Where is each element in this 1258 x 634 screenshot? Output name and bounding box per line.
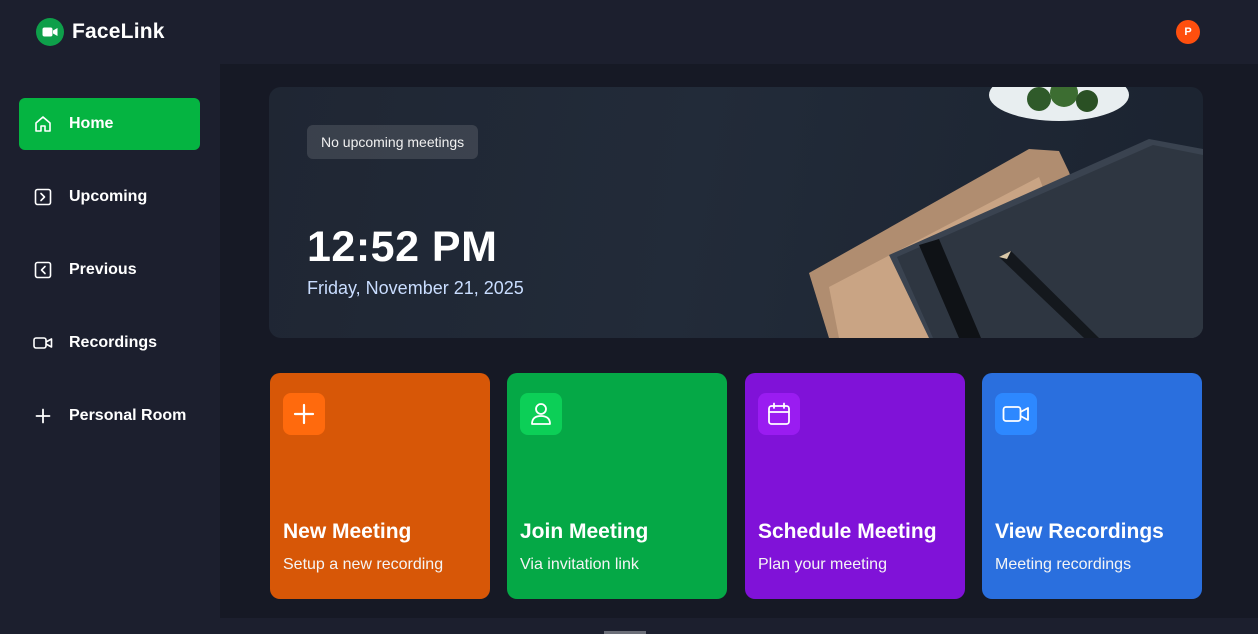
card-subtitle: Plan your meeting	[758, 556, 887, 573]
top-navbar: FaceLink P	[0, 0, 1258, 64]
sidebar-item-recordings[interactable]: Recordings	[19, 317, 200, 369]
card-subtitle: Via invitation link	[520, 556, 639, 573]
sidebar-item-label: Recordings	[69, 334, 158, 351]
video-icon	[995, 393, 1037, 435]
calendar-icon	[758, 393, 800, 435]
brand-link[interactable]: FaceLink	[36, 18, 165, 46]
user-icon	[520, 393, 562, 435]
plus-icon	[33, 406, 53, 426]
upcoming-icon	[33, 187, 53, 207]
sidebar-item-label: Upcoming	[69, 188, 148, 205]
previous-icon	[33, 260, 53, 280]
sidebar-item-label: Home	[69, 115, 114, 132]
sidebar: Home Upcoming Previous Recordings Person…	[0, 64, 220, 634]
current-time: 12:52 PM	[307, 223, 498, 271]
new-meeting-card[interactable]: New Meeting Setup a new recording	[270, 373, 490, 599]
brand-name: FaceLink	[72, 20, 165, 43]
home-icon	[33, 114, 53, 134]
main-content: No upcoming meetings 12:52 PM Friday, No…	[220, 64, 1258, 618]
sidebar-item-label: Personal Room	[69, 407, 187, 424]
card-subtitle: Meeting recordings	[995, 556, 1132, 573]
sidebar-item-personal-room[interactable]: Personal Room	[19, 390, 200, 442]
video-camera-logo-icon	[36, 18, 64, 46]
card-title: New Meeting	[283, 520, 412, 543]
card-title: Join Meeting	[520, 520, 649, 543]
sidebar-item-home[interactable]: Home	[19, 98, 200, 150]
user-avatar[interactable]: P	[1176, 20, 1200, 44]
sidebar-item-previous[interactable]: Previous	[19, 244, 200, 296]
card-subtitle: Setup a new recording	[283, 556, 444, 573]
video-icon	[33, 333, 53, 353]
plus-icon	[283, 393, 325, 435]
schedule-meeting-card[interactable]: Schedule Meeting Plan your meeting	[745, 373, 965, 599]
card-title: View Recordings	[995, 520, 1164, 543]
sidebar-item-upcoming[interactable]: Upcoming	[19, 171, 200, 223]
upcoming-meetings-badge: No upcoming meetings	[307, 125, 479, 159]
sidebar-item-label: Previous	[69, 261, 137, 278]
card-title: Schedule Meeting	[758, 520, 937, 543]
join-meeting-card[interactable]: Join Meeting Via invitation link	[507, 373, 727, 599]
current-date: Friday, November 21, 2025	[307, 278, 524, 298]
view-recordings-card[interactable]: View Recordings Meeting recordings	[982, 373, 1202, 599]
hero-banner: No upcoming meetings 12:52 PM Friday, No…	[269, 87, 1203, 338]
